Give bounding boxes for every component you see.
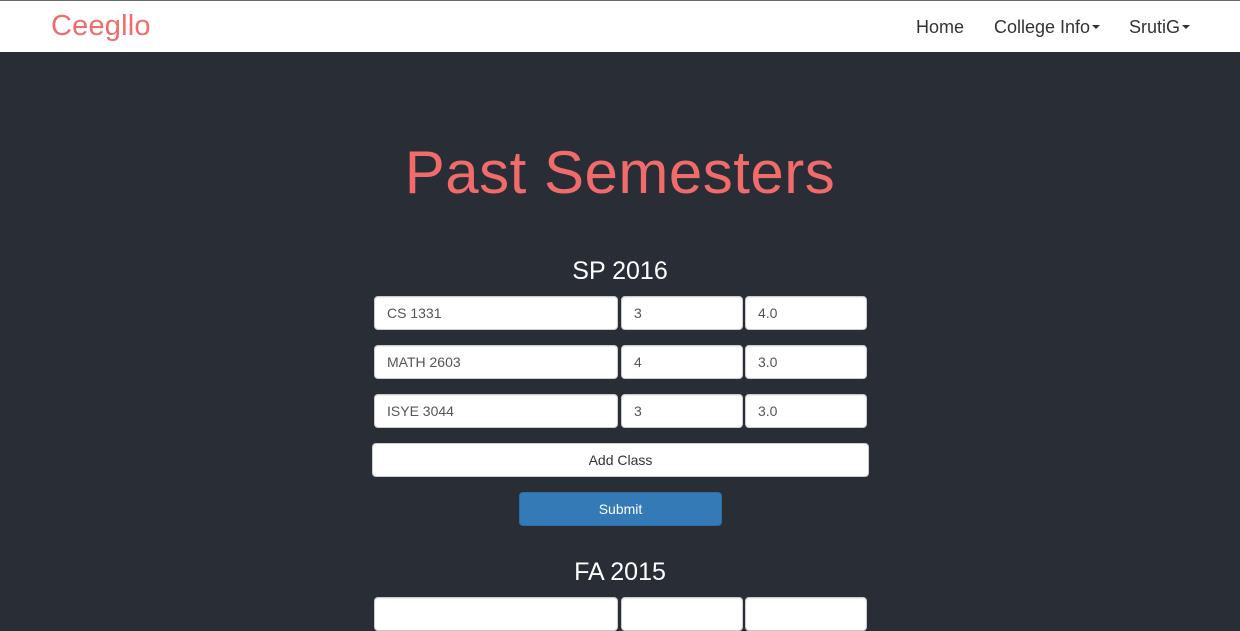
course-input[interactable]: ISYE 3044: [374, 394, 618, 428]
brand-logo-link[interactable]: Ceegllo: [51, 10, 151, 43]
caret-down-icon: [1092, 25, 1101, 30]
credits-input[interactable]: [621, 597, 743, 631]
nav-home-label: Home: [916, 17, 965, 37]
semester-heading: SP 2016: [572, 257, 668, 285]
top-navbar: Ceegllo Home College Info SrutiG: [0, 0, 1240, 52]
page-title: Past Semesters: [404, 139, 836, 206]
grade-input[interactable]: [745, 597, 867, 631]
grade-input[interactable]: 3.0: [745, 394, 867, 428]
submit-button[interactable]: Submit: [519, 492, 722, 526]
grade-input[interactable]: 4.0: [745, 296, 867, 330]
course-input[interactable]: CS 1331: [374, 296, 618, 330]
add-class-button[interactable]: Add Class: [372, 443, 869, 477]
grade-input[interactable]: 3.0: [745, 345, 867, 379]
credits-input[interactable]: 3: [621, 394, 743, 428]
nav-user-label: SrutiG: [1129, 17, 1181, 37]
semester-heading: FA 2015: [574, 558, 666, 586]
nav-user-dropdown[interactable]: SrutiG: [1129, 17, 1191, 38]
nav-college-info-dropdown[interactable]: College Info: [994, 17, 1101, 38]
credits-input[interactable]: 3: [621, 296, 743, 330]
credits-input[interactable]: 4: [621, 345, 743, 379]
caret-down-icon: [1182, 25, 1191, 30]
nav-home-link[interactable]: Home: [916, 17, 964, 38]
course-input[interactable]: [374, 597, 618, 631]
course-input[interactable]: MATH 2603: [374, 345, 618, 379]
nav-college-info-label: College Info: [994, 17, 1091, 37]
